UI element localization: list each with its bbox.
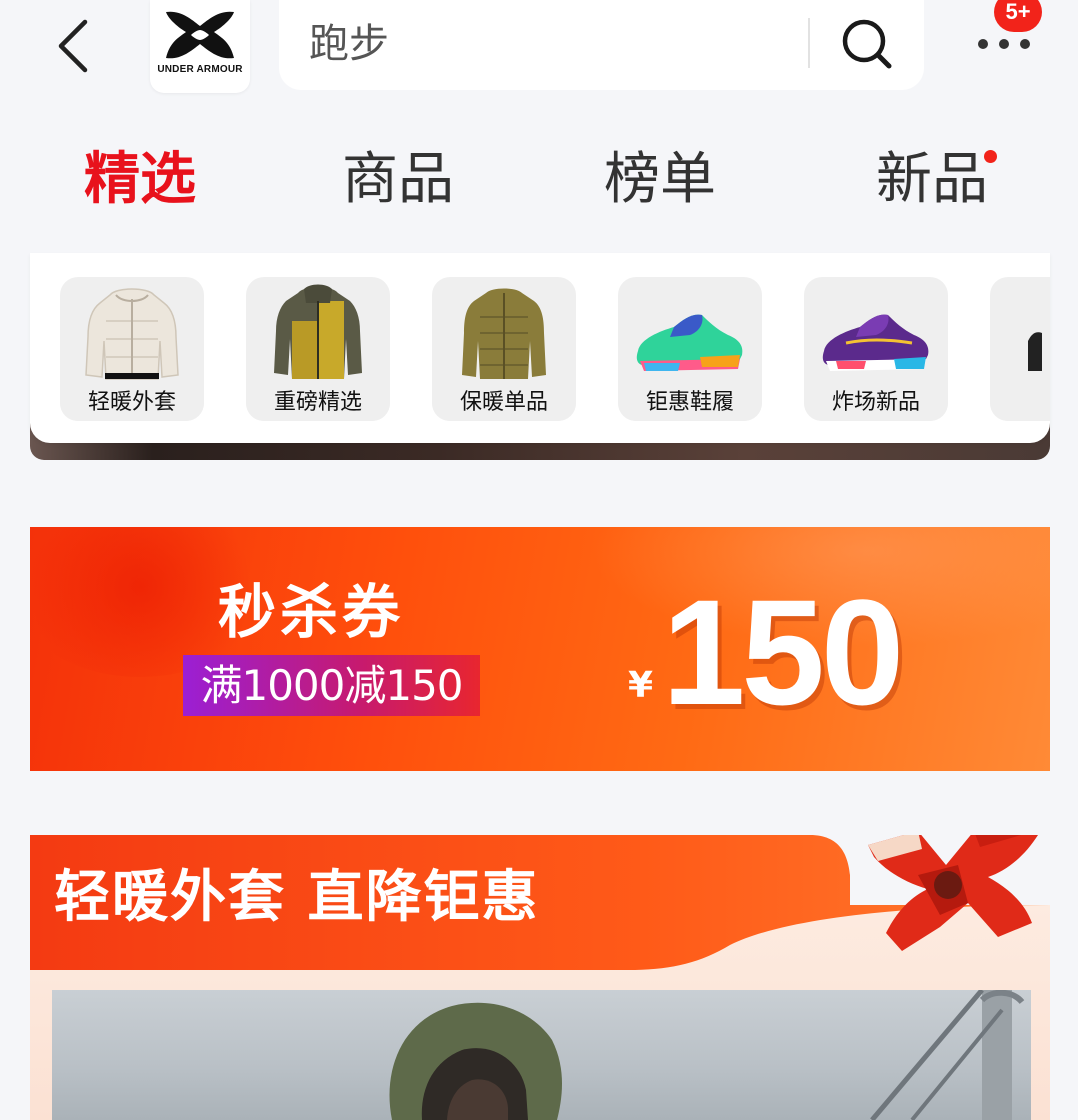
coupon-amount: 150: [662, 568, 904, 736]
coupon-currency: ¥: [628, 665, 654, 706]
category-item-warm-essentials[interactable]: 保暖单品: [432, 277, 576, 421]
tab-new-arrivals[interactable]: 新品: [842, 130, 1022, 230]
promo-product-photo[interactable]: [52, 990, 1031, 1120]
sneaker-icon: [636, 314, 743, 371]
tab-featured[interactable]: 精选: [50, 130, 230, 230]
ua-3d-logo-icon: [868, 835, 1038, 951]
tab-products[interactable]: 商品: [308, 130, 488, 230]
tab-bar: 精选 商品 榜单 新品: [0, 130, 1078, 230]
category-label: 炸场新品: [804, 385, 948, 421]
rain-jacket-icon: [274, 284, 362, 379]
shoe-partial-icon: [1028, 332, 1042, 371]
category-item-hot-new-arrivals[interactable]: 炸场新品: [804, 277, 948, 421]
brand-name: UNDER ARMOUR: [157, 64, 243, 75]
search-bar[interactable]: 跑步: [279, 0, 924, 90]
down-jacket-icon: [462, 288, 546, 379]
coupon-title: 秒杀券: [218, 578, 405, 646]
back-button[interactable]: [40, 6, 110, 86]
search-icon[interactable]: [837, 14, 897, 74]
category-item-heavyweight-picks[interactable]: 重磅精选: [246, 277, 390, 421]
category-strip: 轻暖外套 重磅精选 保暖单品 钜惠鞋履 炸场新品: [30, 253, 1050, 443]
category-item-shoe-deals[interactable]: 钜惠鞋履: [618, 277, 762, 421]
category-label: 重磅精选: [246, 385, 390, 421]
category-item-partial[interactable]: i: [990, 277, 1050, 421]
chevron-left-icon: [58, 19, 88, 73]
category-label: 轻暖外套: [60, 385, 204, 421]
brand-logo[interactable]: UNDER ARMOUR: [150, 0, 250, 93]
under-armour-logo-icon: [166, 11, 234, 59]
notification-badge: 5+: [994, 0, 1042, 32]
search-divider: [808, 18, 810, 68]
coupon-condition: 满1000减150: [183, 655, 480, 716]
sneaker-icon: [822, 314, 929, 371]
top-bar: UNDER ARMOUR 跑步 5+: [0, 0, 1078, 110]
puffer-jacket-icon: [85, 288, 179, 380]
search-input[interactable]: 跑步: [309, 20, 389, 68]
promo-photo-illustration: [389, 990, 1025, 1120]
category-item-light-warm-jacket[interactable]: 轻暖外套: [60, 277, 204, 421]
coupon-banner[interactable]: 秒杀券 满1000减150 ¥ 150: [30, 527, 1050, 771]
tab-rankings[interactable]: 榜单: [570, 130, 750, 230]
promo-title: 轻暖外套 直降钜惠: [54, 865, 540, 930]
category-label: 钜惠鞋履: [618, 385, 762, 421]
category-label: 保暖单品: [432, 385, 576, 421]
new-dot-indicator: [984, 150, 997, 163]
category-label: i: [990, 385, 1050, 421]
promo-section[interactable]: 轻暖外套 直降钜惠: [30, 835, 1050, 1120]
more-dots-icon: [978, 39, 1030, 49]
